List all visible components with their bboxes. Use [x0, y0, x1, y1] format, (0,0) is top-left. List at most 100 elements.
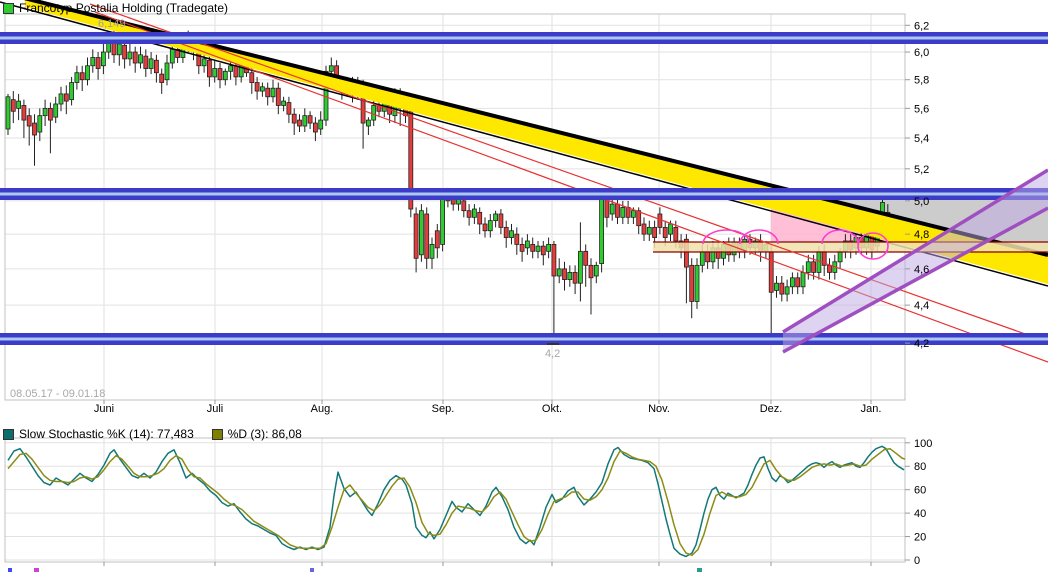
candle-body: [233, 65, 239, 78]
candle-body: [153, 59, 159, 74]
candle-body: [228, 65, 234, 72]
blue-band-stripe: [0, 36, 1048, 40]
chart-canvas[interactable]: 6,2 6,0 5,8 5,6 5,4 5,2 5,0 4,8 4,6 4,4 4,2 100 80 60…: [0, 0, 1048, 573]
candle-body: [609, 203, 615, 215]
candle-body: [307, 115, 313, 124]
candle-body: [477, 211, 483, 225]
month-axis-label: Juli: [207, 403, 224, 415]
candle-body: [673, 226, 679, 242]
candle-body: [424, 213, 430, 259]
candle-body: [535, 245, 541, 252]
candle-body: [646, 226, 652, 235]
bottom-edge-artifact: [8, 568, 12, 572]
candle-body: [217, 68, 223, 81]
candle-body: [206, 59, 212, 78]
candle-body: [790, 277, 795, 288]
candle-body: [694, 264, 700, 302]
candle-body: [418, 210, 424, 256]
candle-body: [657, 213, 663, 228]
month-axis-label: Sep.: [432, 403, 455, 415]
price-axis-label: 5,6: [914, 103, 929, 115]
candle-body: [63, 93, 69, 102]
candle-body: [37, 115, 43, 133]
candle-body: [662, 226, 668, 238]
bottom-edge-artifact: [697, 568, 702, 572]
price-axis-label: 4,2: [914, 338, 929, 350]
candle-body: [265, 87, 271, 98]
candle-body: [48, 107, 53, 121]
candle-body: [5, 96, 11, 130]
candle-body: [699, 250, 705, 266]
candle-body: [615, 203, 620, 218]
candle-body: [551, 244, 557, 277]
candle-body: [631, 210, 636, 218]
candle-body: [429, 244, 435, 259]
candle-body: [519, 244, 525, 252]
candle-body: [837, 250, 843, 263]
stoch-axis-label: 60: [914, 485, 926, 497]
candle-body: [567, 272, 573, 280]
month-axis-label: Dez.: [760, 403, 783, 415]
candle-body: [259, 86, 265, 92]
blue-band-stripe: [0, 333, 1048, 338]
blue-band-stripe: [0, 340, 1048, 345]
candle-body: [16, 100, 22, 109]
candle-body: [312, 122, 318, 133]
candle-body: [169, 48, 175, 64]
candle-body: [371, 105, 377, 121]
candle-body: [254, 82, 260, 92]
candle-body: [572, 272, 578, 284]
candle-body: [768, 250, 774, 293]
candle-body: [805, 261, 811, 273]
price-axis-label: 4,8: [914, 229, 929, 241]
candle-body: [482, 223, 488, 232]
candle-body: [578, 250, 583, 284]
candle-body: [827, 264, 832, 273]
price-axis-label: 5,8: [914, 75, 929, 87]
candle-body: [21, 105, 27, 121]
month-axis-label: Juni: [94, 403, 114, 415]
month-axis-label: Okt.: [542, 403, 562, 415]
candle-body: [540, 245, 546, 256]
candle-body: [291, 113, 297, 124]
candle-body: [503, 226, 509, 238]
candle-body: [599, 197, 604, 264]
candle-body: [159, 73, 165, 83]
date-range-label: 08.05.17 - 09.01.18: [10, 388, 105, 400]
bottom-edge-artifact: [310, 568, 314, 572]
candle-body: [212, 68, 218, 78]
candle-body: [493, 213, 499, 222]
candle-body: [440, 193, 446, 245]
blue-band-stripe: [0, 32, 1048, 37]
price-axis-label: 5,0: [914, 196, 929, 208]
candle-body: [668, 223, 673, 235]
candle-body: [800, 272, 806, 288]
month-axis-label: Aug.: [311, 403, 334, 415]
candle-body: [127, 51, 133, 60]
candle-body: [143, 55, 149, 69]
candle-body: [689, 264, 695, 302]
blue-band-stripe: [0, 39, 1048, 44]
candle-body: [466, 210, 472, 218]
candle-body: [10, 99, 16, 112]
price-axis-label: 4,6: [914, 264, 929, 276]
candle-body: [132, 51, 138, 64]
blue-band-stripe: [0, 188, 1048, 193]
candle-body: [784, 286, 790, 295]
candle-body: [79, 72, 85, 81]
bottom-edge-artifact: [34, 568, 39, 572]
candle-body: [620, 206, 626, 218]
candle-body: [32, 122, 37, 136]
candle-body: [122, 44, 127, 60]
candle-body: [286, 102, 292, 115]
candle-body: [85, 65, 90, 81]
candle-body: [90, 57, 96, 67]
candle-body: [705, 250, 710, 263]
candle-body: [201, 58, 207, 67]
candle-body: [461, 200, 467, 212]
month-axis-label: Jan.: [861, 403, 882, 415]
red-trendline: [89, 3, 1048, 343]
stoch-axis-label: 0: [914, 555, 920, 567]
candle-body: [471, 208, 477, 218]
stochastic-k-line: [7, 445, 905, 558]
